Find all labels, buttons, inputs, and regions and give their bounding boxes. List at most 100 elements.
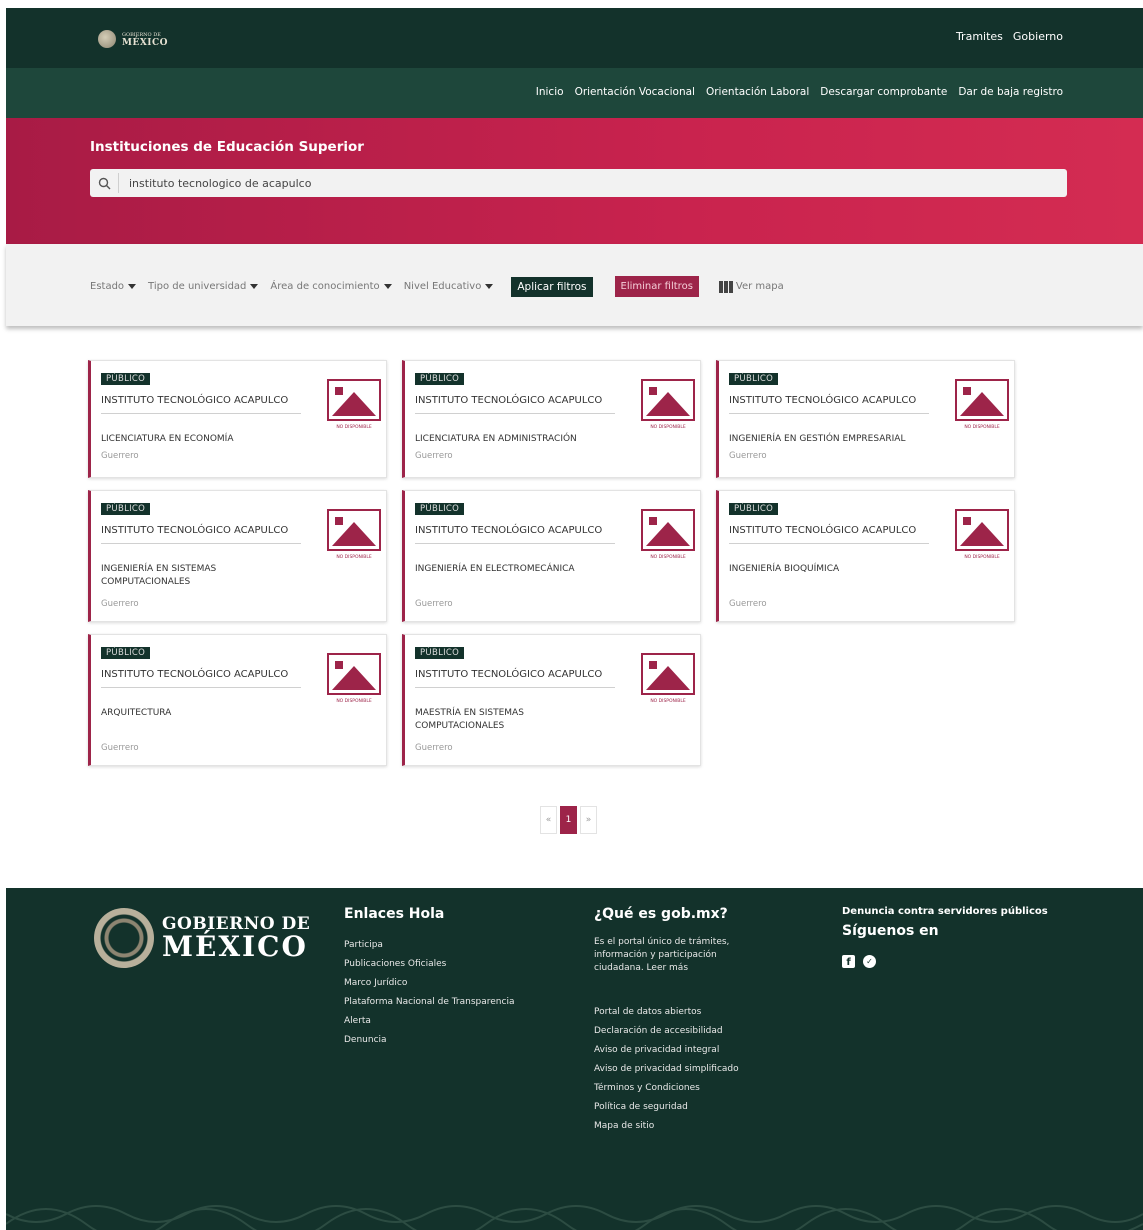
footer-link-denuncia[interactable]: Denuncia (344, 1031, 514, 1050)
institution-name: INSTITUTO TECNOLÓGICO ACAPULCO (729, 394, 929, 414)
institution-name: INSTITUTO TECNOLÓGICO ACAPULCO (729, 524, 929, 544)
state-label: Guerrero (729, 451, 767, 461)
career-name: INGENIERÍA EN GESTIÓN EMPRESARIAL (729, 434, 906, 444)
link-tramites[interactable]: Tramites (956, 30, 1003, 43)
result-card[interactable]: PÚBLICO INSTITUTO TECNOLÓGICO ACAPULCO MAE… (402, 634, 701, 766)
footer-link-mapa-sitio[interactable]: Mapa de sitio (594, 1117, 764, 1136)
image-placeholder-icon (327, 653, 381, 695)
social-links: f ✓ (842, 955, 1048, 968)
state-label: Guerrero (415, 743, 453, 753)
footer-link-publicaciones[interactable]: Publicaciones Oficiales (344, 955, 514, 974)
image-caption: NO DISPONIBLE (336, 699, 372, 704)
nav-inicio[interactable]: Inicio (536, 86, 564, 98)
page-1-button[interactable]: 1 (560, 806, 577, 834)
footer-col-gobmx: ¿Qué es gob.mx? Es el portal único de tr… (594, 906, 764, 1136)
nav-orientacion-laboral[interactable]: Orientación Laboral (706, 86, 809, 98)
career-name: INGENIERÍA EN ELECTROMECÁNICA (415, 564, 575, 574)
filter-area-conocimiento[interactable]: Área de conocimiento (270, 281, 392, 292)
nav-dar-de-baja[interactable]: Dar de baja registro (958, 86, 1063, 98)
institution-name: INSTITUTO TECNOLÓGICO ACAPULCO (101, 394, 301, 414)
facebook-icon[interactable]: f (842, 955, 855, 968)
career-name: LICENCIATURA EN ECONOMÍA (101, 434, 234, 444)
footer-col2-text: Es el portal único de trámites, informac… (594, 937, 730, 973)
footer-link-privacidad-integral[interactable]: Aviso de privacidad integral (594, 1041, 764, 1060)
link-gobierno[interactable]: Gobierno (1013, 30, 1063, 43)
seal-icon (98, 30, 116, 48)
caret-down-icon (383, 284, 392, 289)
clear-filters-button[interactable]: Eliminar filtros (614, 276, 699, 297)
caret-down-icon (485, 284, 494, 289)
image-caption: NO DISPONIBLE (650, 699, 686, 704)
image-placeholder-icon (641, 379, 695, 421)
footer-link-seguridad[interactable]: Política de seguridad (594, 1098, 764, 1117)
image-placeholder-icon (955, 509, 1009, 551)
footer-col-enlaces: Enlaces Hola Participa Publicaciones Ofi… (344, 906, 514, 1050)
career-name: INGENIERÍA BIOQUÍMICA (729, 564, 840, 574)
footer-link-terminos[interactable]: Términos y Condiciones (594, 1079, 764, 1098)
search-bar (90, 169, 1067, 197)
result-card[interactable]: PÚBLICO INSTITUTO TECNOLÓGICO ACAPULCO ARQ… (88, 634, 387, 766)
caret-down-icon (128, 284, 137, 289)
view-map-link[interactable]: Ver mapa (718, 280, 784, 293)
career-name: ARQUITECTURA (101, 708, 172, 718)
footer-link-alerta[interactable]: Alerta (344, 1012, 514, 1031)
filter-bar: Estado Tipo de universidad Área de conoc… (6, 244, 1143, 326)
state-label: Guerrero (101, 599, 139, 609)
state-label: Guerrero (415, 599, 453, 609)
filter-estado[interactable]: Estado (90, 281, 137, 292)
result-card[interactable]: PÚBLICO INSTITUTO TECNOLÓGICO ACAPULCO ING… (88, 490, 387, 622)
result-card[interactable]: PÚBLICO INSTITUTO TECNOLÓGICO ACAPULCO ING… (402, 490, 701, 622)
footer-pattern (6, 1205, 1143, 1230)
search-icon[interactable] (90, 169, 118, 197)
result-card[interactable]: PÚBLICO INSTITUTO TECNOLÓGICO ACAPULCO LIC… (88, 360, 387, 478)
footer-link-transparencia[interactable]: Plataforma Nacional de Transparencia (344, 993, 514, 1012)
main-nav: Inicio Orientación Vocacional Orientació… (6, 68, 1143, 118)
sector-badge: PÚBLICO (415, 503, 465, 515)
filter-nivel-educativo[interactable]: Nivel Educativo (404, 281, 494, 292)
sector-badge: PÚBLICO (729, 373, 779, 385)
pagination: « 1 » (540, 806, 597, 834)
page-title: Instituciones de Educación Superior (90, 139, 364, 155)
apply-filters-button[interactable]: Aplicar filtros (511, 276, 593, 297)
result-card[interactable]: PÚBLICO INSTITUTO TECNOLÓGICO ACAPULCO ING… (716, 490, 1015, 622)
footer-link-accesibilidad[interactable]: Declaración de accesibilidad (594, 1022, 764, 1041)
logo-line2: MÉXICO (122, 38, 169, 48)
nav-orientacion-vocacional[interactable]: Orientación Vocacional (575, 86, 695, 98)
gobierno-logo[interactable]: GOBIERNO DE MÉXICO (98, 30, 168, 48)
sector-badge: PÚBLICO (729, 503, 779, 515)
twitter-icon[interactable]: ✓ (863, 955, 876, 968)
sector-badge: PÚBLICO (101, 647, 151, 659)
footer-denuncia-link[interactable]: Denuncia contra servidores públicos (842, 906, 1048, 917)
career-name: INGENIERÍA EN SISTEMAS COMPUTACIONALES (101, 564, 217, 587)
footer-col-denuncia: Denuncia contra servidores públicos Sígu… (842, 906, 1048, 968)
footer-link-datos-abiertos[interactable]: Portal de datos abiertos (594, 1003, 764, 1022)
footer: GOBIERNO DE MÉXICO Enlaces Hola Particip… (6, 888, 1143, 1230)
search-input[interactable] (119, 176, 1019, 190)
image-caption: NO DISPONIBLE (964, 555, 1000, 560)
image-placeholder-icon (327, 509, 381, 551)
footer-link-participa[interactable]: Participa (344, 936, 514, 955)
footer-link-privacidad-simplificado[interactable]: Aviso de privacidad simplificado (594, 1060, 764, 1079)
image-caption: NO DISPONIBLE (336, 425, 372, 430)
prev-page-button[interactable]: « (540, 806, 557, 834)
sector-badge: PÚBLICO (101, 373, 151, 385)
image-caption: NO DISPONIBLE (650, 425, 686, 430)
image-placeholder-icon (641, 509, 695, 551)
nav-descargar-comprobante[interactable]: Descargar comprobante (820, 86, 947, 98)
career-name: LICENCIATURA EN ADMINISTRACIÓN (415, 434, 577, 444)
footer-col2-title: ¿Qué es gob.mx? (594, 906, 728, 922)
footer-col1-title: Enlaces Hola (344, 906, 445, 922)
result-card[interactable]: PÚBLICO INSTITUTO TECNOLÓGICO ACAPULCO ING… (716, 360, 1015, 478)
sector-badge: PÚBLICO (101, 503, 151, 515)
next-page-button[interactable]: » (580, 806, 597, 834)
footer-logo[interactable]: GOBIERNO DE MÉXICO (94, 908, 310, 968)
image-placeholder-icon (641, 653, 695, 695)
result-card[interactable]: PÚBLICO INSTITUTO TECNOLÓGICO ACAPULCO LIC… (402, 360, 701, 478)
state-label: Guerrero (415, 451, 453, 461)
institution-name: INSTITUTO TECNOLÓGICO ACAPULCO (101, 524, 301, 544)
footer-siguenos: Síguenos en (842, 923, 939, 939)
image-caption: NO DISPONIBLE (650, 555, 686, 560)
filter-tipo-universidad[interactable]: Tipo de universidad (148, 281, 259, 292)
footer-link-marco-juridico[interactable]: Marco Jurídico (344, 974, 514, 993)
institution-name: INSTITUTO TECNOLÓGICO ACAPULCO (101, 668, 301, 688)
